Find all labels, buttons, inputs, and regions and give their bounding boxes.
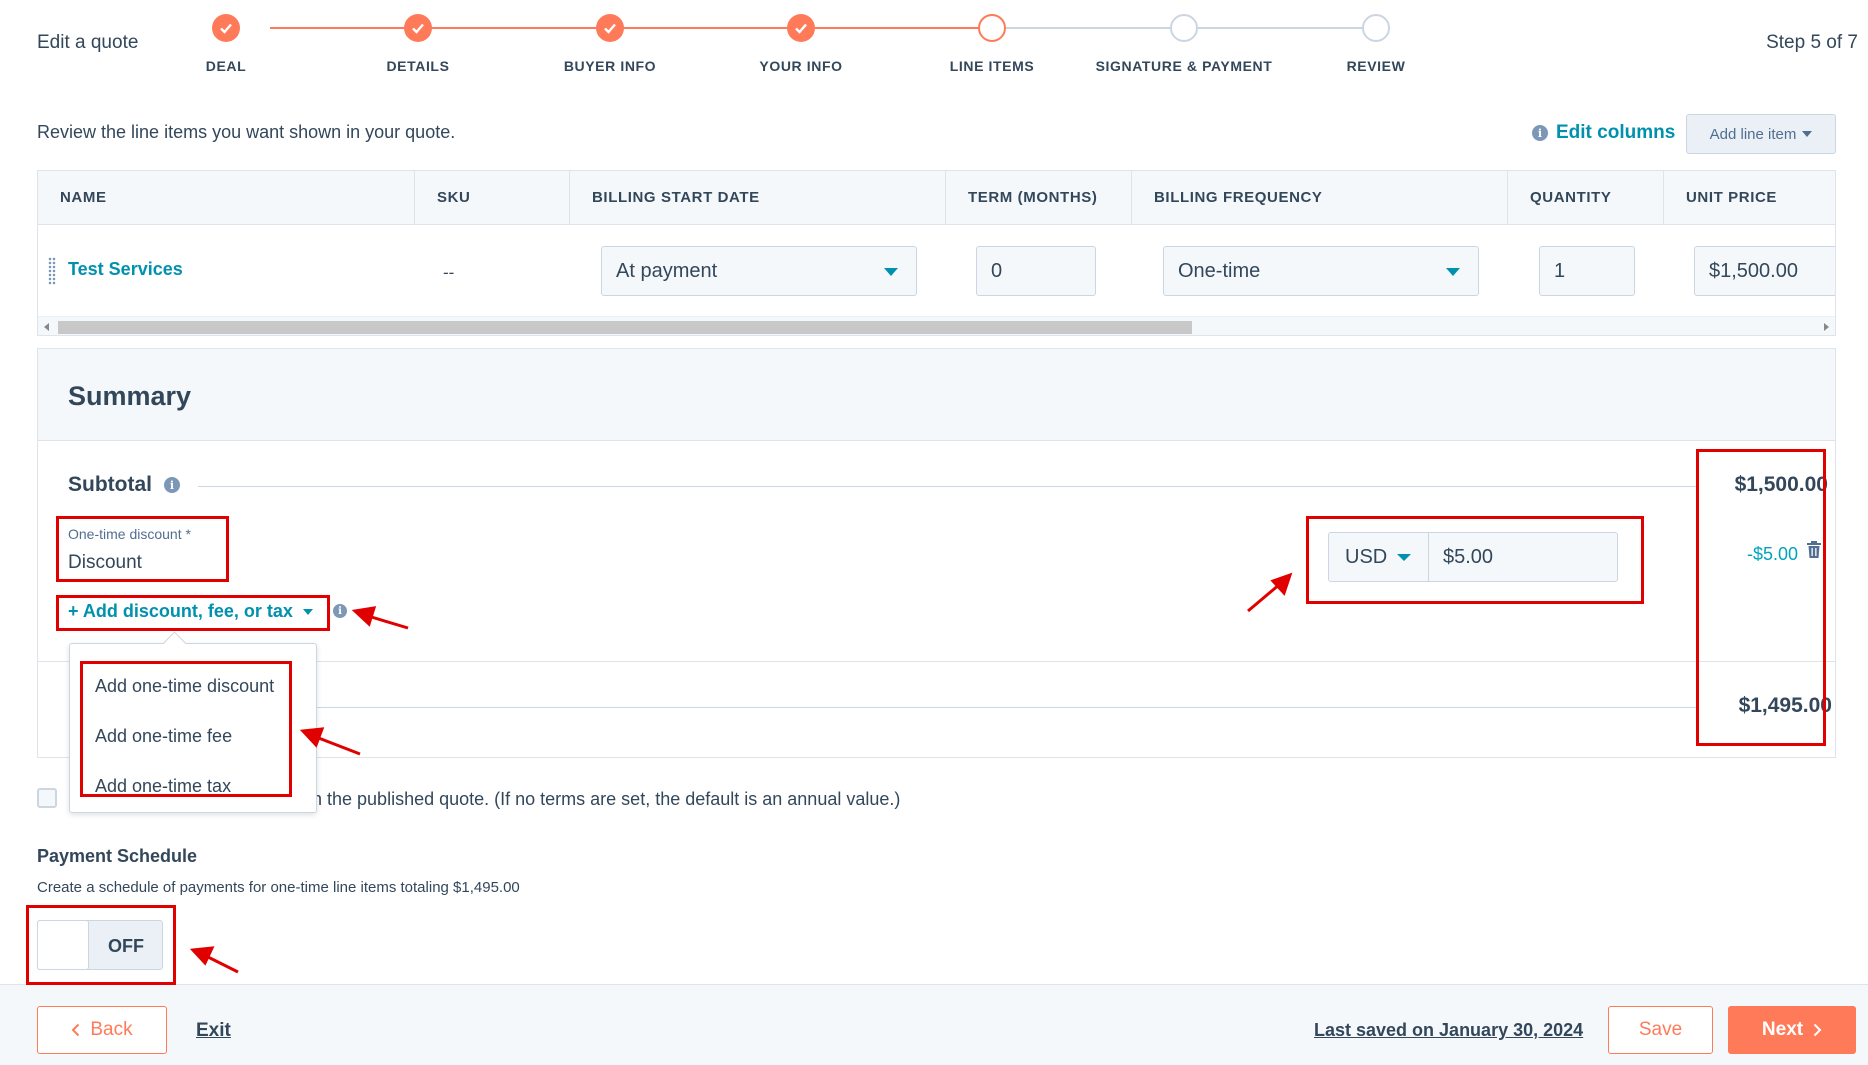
arrowhead-icon	[189, 946, 215, 966]
info-icon[interactable]: i	[333, 604, 347, 618]
annotation-box-menu-items	[80, 661, 292, 797]
step-signature-payment[interactable]: SIGNATURE & PAYMENT	[1084, 14, 1284, 74]
footer-bar	[0, 984, 1868, 1065]
quantity-value: 1	[1554, 259, 1566, 282]
info-icon[interactable]: i	[164, 477, 180, 493]
payment-schedule-description: Create a schedule of payments for one-ti…	[37, 879, 520, 896]
line-items-table: NAME SKU BILLING START DATE TERM (MONTHS…	[37, 170, 1836, 336]
divider	[308, 707, 1698, 708]
check-icon	[787, 14, 815, 42]
chevron-left-icon	[71, 1023, 80, 1037]
step-buyer-info[interactable]: BUYER INFO	[510, 14, 710, 74]
annotation-box-discount-field	[56, 516, 229, 582]
exit-link[interactable]: Exit	[196, 1020, 231, 1042]
billing-terms-checkbox[interactable]	[37, 788, 57, 808]
term-input[interactable]: 0	[976, 246, 1096, 296]
table-header: NAME SKU BILLING START DATE TERM (MONTHS…	[38, 171, 1835, 225]
sku-value: --	[443, 263, 455, 282]
column-header-name[interactable]: NAME	[38, 171, 415, 225]
caret-down-icon	[1802, 131, 1813, 137]
pending-step-circle	[1170, 14, 1198, 42]
check-icon	[596, 14, 624, 42]
step-label: LINE ITEMS	[949, 58, 1035, 74]
back-label: Back	[90, 1019, 133, 1040]
term-value: 0	[991, 259, 1003, 282]
caret-down-icon	[1446, 268, 1460, 276]
add-line-item-button[interactable]: Add line item	[1686, 114, 1836, 154]
drag-handle-icon[interactable]	[48, 257, 56, 285]
divider	[198, 486, 1698, 487]
step-label: SIGNATURE & PAYMENT	[1095, 58, 1273, 74]
unit-price-input[interactable]: $1,500.00	[1694, 246, 1835, 296]
step-your-info[interactable]: YOUR INFO	[701, 14, 901, 74]
billing-start-date-value: At payment	[616, 259, 718, 282]
horizontal-scrollbar[interactable]	[38, 316, 1835, 335]
column-header-term[interactable]: TERM (MONTHS)	[946, 171, 1132, 225]
info-icon: i	[1532, 125, 1548, 141]
column-header-sku[interactable]: SKU	[415, 171, 570, 225]
step-deal[interactable]: DEAL	[126, 14, 326, 74]
quantity-input[interactable]: 1	[1539, 246, 1635, 296]
step-label: DETAILS	[386, 58, 450, 74]
billing-terms-text: n the published quote. (If no terms are …	[312, 789, 901, 809]
column-header-billing-frequency[interactable]: BILLING FREQUENCY	[1132, 171, 1508, 225]
check-icon	[212, 14, 240, 42]
step-label: DEAL	[205, 58, 247, 74]
billing-frequency-value: One-time	[1178, 259, 1261, 282]
summary-title: Summary	[68, 381, 192, 411]
back-button[interactable]: Back	[37, 1006, 167, 1054]
column-header-unit-price[interactable]: UNIT PRICE	[1664, 171, 1835, 225]
chevron-right-icon	[1813, 1023, 1822, 1037]
edit-columns-label: Edit columns	[1556, 122, 1676, 143]
check-icon	[404, 14, 432, 42]
add-line-item-label: Add line item	[1709, 125, 1797, 143]
save-button[interactable]: Save	[1608, 1006, 1713, 1054]
step-review[interactable]: REVIEW	[1276, 14, 1476, 74]
subtotal-row: Subtotal i	[68, 473, 180, 497]
arrow-line	[205, 954, 239, 974]
line-item-name-link[interactable]: Test Services	[68, 259, 183, 280]
annotation-box-add-button	[56, 595, 330, 631]
column-header-quantity[interactable]: QUANTITY	[1508, 171, 1664, 225]
scroll-right-icon[interactable]	[1824, 323, 1829, 331]
subtotal-label: Subtotal	[68, 473, 152, 496]
step-label: REVIEW	[1346, 58, 1406, 74]
billing-frequency-select[interactable]: One-time	[1163, 246, 1479, 296]
next-label: Next	[1761, 1019, 1804, 1040]
step-count: Step 5 of 7	[1766, 32, 1858, 53]
annotation-box-currency-amount	[1306, 516, 1644, 604]
step-details[interactable]: DETAILS	[318, 14, 518, 74]
next-button[interactable]: Next	[1728, 1006, 1856, 1054]
step-line-items[interactable]: LINE ITEMS	[892, 14, 1092, 74]
annotation-box-toggle	[26, 905, 176, 985]
unit-price-value: $1,500.00	[1709, 259, 1798, 282]
annotation-box-totals	[1696, 449, 1826, 746]
step-label: BUYER INFO	[563, 58, 657, 74]
column-header-billing-start-date[interactable]: BILLING START DATE	[570, 171, 946, 225]
caret-down-icon	[884, 268, 898, 276]
pending-step-circle	[1362, 14, 1390, 42]
save-label: Save	[1638, 1019, 1683, 1040]
scrollbar-thumb[interactable]	[58, 321, 1192, 334]
page-title: Edit a quote	[37, 32, 139, 53]
scroll-left-icon[interactable]	[44, 323, 49, 331]
payment-schedule-title: Payment Schedule	[37, 846, 198, 866]
billing-start-date-select[interactable]: At payment	[601, 246, 917, 296]
intro-text: Review the line items you want shown in …	[37, 122, 456, 142]
step-label: YOUR INFO	[759, 58, 843, 74]
current-step-circle	[978, 14, 1006, 42]
summary-header	[38, 349, 1835, 441]
last-saved-link[interactable]: Last saved on January 30, 2024	[1314, 1020, 1583, 1041]
edit-columns-link[interactable]: i Edit columns	[1532, 122, 1675, 144]
